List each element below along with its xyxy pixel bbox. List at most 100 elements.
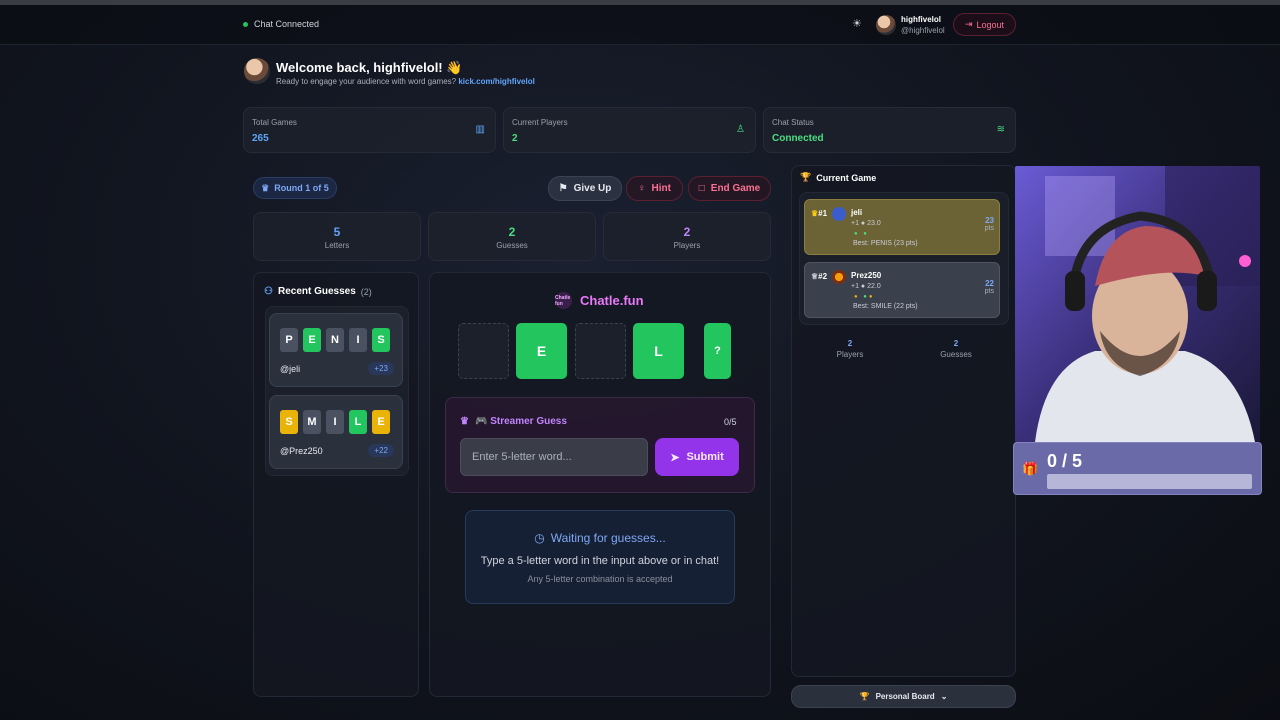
flag-icon: ⚑ xyxy=(558,183,568,194)
waiting-instruction: Type a 5-letter word in the input above … xyxy=(480,555,720,567)
chatle-logo-icon: Chatle fun xyxy=(555,292,572,309)
give-up-button[interactable]: ⚑ Give Up xyxy=(548,176,622,201)
guesses-count: 2 xyxy=(953,339,959,348)
current-guesses-stat: 2 Guesses xyxy=(926,339,986,359)
guess-dots: ● ● xyxy=(854,231,869,237)
logout-label: Logout xyxy=(976,19,1005,30)
bar-chart-icon: ▥ xyxy=(475,124,485,135)
waiting-note: Any 5-letter combination is accepted xyxy=(527,574,673,584)
players-count: 2 xyxy=(847,339,853,348)
letter-tile: L xyxy=(349,410,367,434)
square-icon: □ xyxy=(698,183,705,194)
chat-connection-status: Chat Connected xyxy=(243,19,319,29)
guesses-label: Guesses xyxy=(940,350,972,359)
letter-tile: S xyxy=(372,328,390,352)
letter-tile: N xyxy=(326,328,344,352)
guess-input[interactable] xyxy=(460,438,648,476)
welcome-title: Welcome back, highfivelol! 👋 xyxy=(276,60,463,75)
guess-dots: ● ●● xyxy=(854,294,875,300)
give-up-label: Give Up xyxy=(573,183,612,194)
stat-chat-status: Chat Status Connected ≋ xyxy=(763,107,1016,153)
letters-label: Letters xyxy=(324,241,350,250)
users-icon: ⚇ xyxy=(264,286,273,297)
player-meta: +1 ● 22.0 xyxy=(851,283,881,290)
current-game-label: Current Game xyxy=(816,172,877,183)
top-bar: Chat Connected ☀ highfivelol @highfivelo… xyxy=(0,5,1280,45)
guess-tiles: S M I L E xyxy=(280,410,390,434)
players-value: 2 xyxy=(683,225,691,239)
end-game-button[interactable]: □ End Game xyxy=(688,176,771,201)
trophy-icon: 🏆 xyxy=(859,692,870,701)
welcome-subtitle: Ready to engage your audience with word … xyxy=(276,77,535,86)
player-best: Best: PENIS (23 pts) xyxy=(853,240,918,247)
board-tile xyxy=(575,323,626,379)
letter-tile: E xyxy=(303,328,321,352)
progress-track xyxy=(1047,474,1252,489)
round-label: Round 1 of 5 xyxy=(274,183,329,193)
channel-link[interactable]: kick.com/highfivelol xyxy=(458,77,534,86)
guess-points: +23 xyxy=(368,362,394,375)
stat-total-games: Total Games 265 ▥ xyxy=(243,107,496,153)
rank-label: ♛#1 xyxy=(811,209,828,218)
end-game-label: End Game xyxy=(710,183,761,194)
stat-label: Chat Status xyxy=(772,118,814,127)
wifi-icon: ≋ xyxy=(996,124,1005,135)
submit-button[interactable]: ➤ Submit xyxy=(655,438,739,476)
stat-value: 265 xyxy=(252,133,269,144)
personal-board-label: Personal Board xyxy=(875,692,935,701)
letter-tile: M xyxy=(303,410,321,434)
board-tile: E xyxy=(516,323,567,379)
chat-status-text: Chat Connected xyxy=(254,19,320,29)
player-meta: +1 ● 23.0 xyxy=(851,220,881,227)
stat-value: Connected xyxy=(772,133,824,144)
submit-label: Submit xyxy=(686,451,724,463)
guesses-stat: 2 Guesses xyxy=(428,212,596,261)
status-dot-icon xyxy=(243,21,248,27)
stat-label: Current Players xyxy=(512,118,568,127)
hint-button[interactable]: ♀ Hint xyxy=(626,176,683,201)
leaderboard-row[interactable]: ♛#1 jeli +1 ● 23.0 ● ● Best: PENIS (23 p… xyxy=(804,199,1000,255)
guesses-label: Guesses xyxy=(496,241,528,250)
players-label: Players xyxy=(836,350,864,359)
player-avatar xyxy=(832,207,846,221)
round-badge: ♛ Round 1 of 5 xyxy=(253,177,337,199)
letters-value: 5 xyxy=(333,225,341,239)
letter-tile: S xyxy=(280,410,298,434)
player-points: 22 pts xyxy=(984,279,994,295)
send-icon: ➤ xyxy=(670,451,680,464)
theme-toggle-sun-icon[interactable]: ☀ xyxy=(852,18,864,30)
guess-card: S M I L E @Prez250 +22 xyxy=(269,395,403,469)
recent-guesses-label: Recent Guesses xyxy=(277,286,356,297)
waiting-box: ◷ Waiting for guesses... Type a 5-letter… xyxy=(465,510,735,604)
personal-board-button[interactable]: 🏆 Personal Board ⌄ xyxy=(791,685,1016,708)
chevron-down-icon: ⌄ xyxy=(940,692,948,701)
crown-icon: ♛ xyxy=(460,416,469,427)
guesses-value: 2 xyxy=(508,225,516,239)
brand: Chatle fun Chatle.fun xyxy=(555,292,644,309)
player-points: 23 pts xyxy=(984,216,994,232)
welcome-subtitle-text: Ready to engage your audience with word … xyxy=(276,77,457,86)
waiting-title: Waiting for guesses... xyxy=(550,531,666,545)
logout-button[interactable]: ⇥ Logout xyxy=(953,13,1016,36)
hint-label: Hint xyxy=(651,183,671,194)
leaderboard-row[interactable]: ♕#2 Prez250 +1 ● 22.0 ● ●● Best: SMILE (… xyxy=(804,262,1000,318)
letter-tile: P xyxy=(280,328,298,352)
player-name: jeli xyxy=(851,208,863,217)
streamer-guess-label: 🎮 Streamer Guess xyxy=(474,416,567,427)
guess-user: @jeli xyxy=(280,364,301,374)
guess-points: +22 xyxy=(368,444,394,457)
board-tile xyxy=(458,323,509,379)
player-name: Prez250 xyxy=(851,271,882,280)
logout-icon: ⇥ xyxy=(964,19,973,29)
streamer-guess-title: ♛ 🎮 Streamer Guess xyxy=(460,416,567,427)
letters-stat: 5 Letters xyxy=(253,212,421,261)
welcome-avatar xyxy=(244,58,270,84)
guess-user: @Prez250 xyxy=(280,446,323,456)
guess-tiles: P E N I S xyxy=(280,328,390,352)
gift-icon: 🎁 xyxy=(1022,461,1039,476)
lightbulb-icon: ♀ xyxy=(638,183,646,194)
clock-icon: ◷ xyxy=(534,531,545,545)
user-avatar[interactable] xyxy=(876,15,896,35)
rank-label: ♕#2 xyxy=(811,272,828,281)
letter-tile: I xyxy=(326,410,344,434)
